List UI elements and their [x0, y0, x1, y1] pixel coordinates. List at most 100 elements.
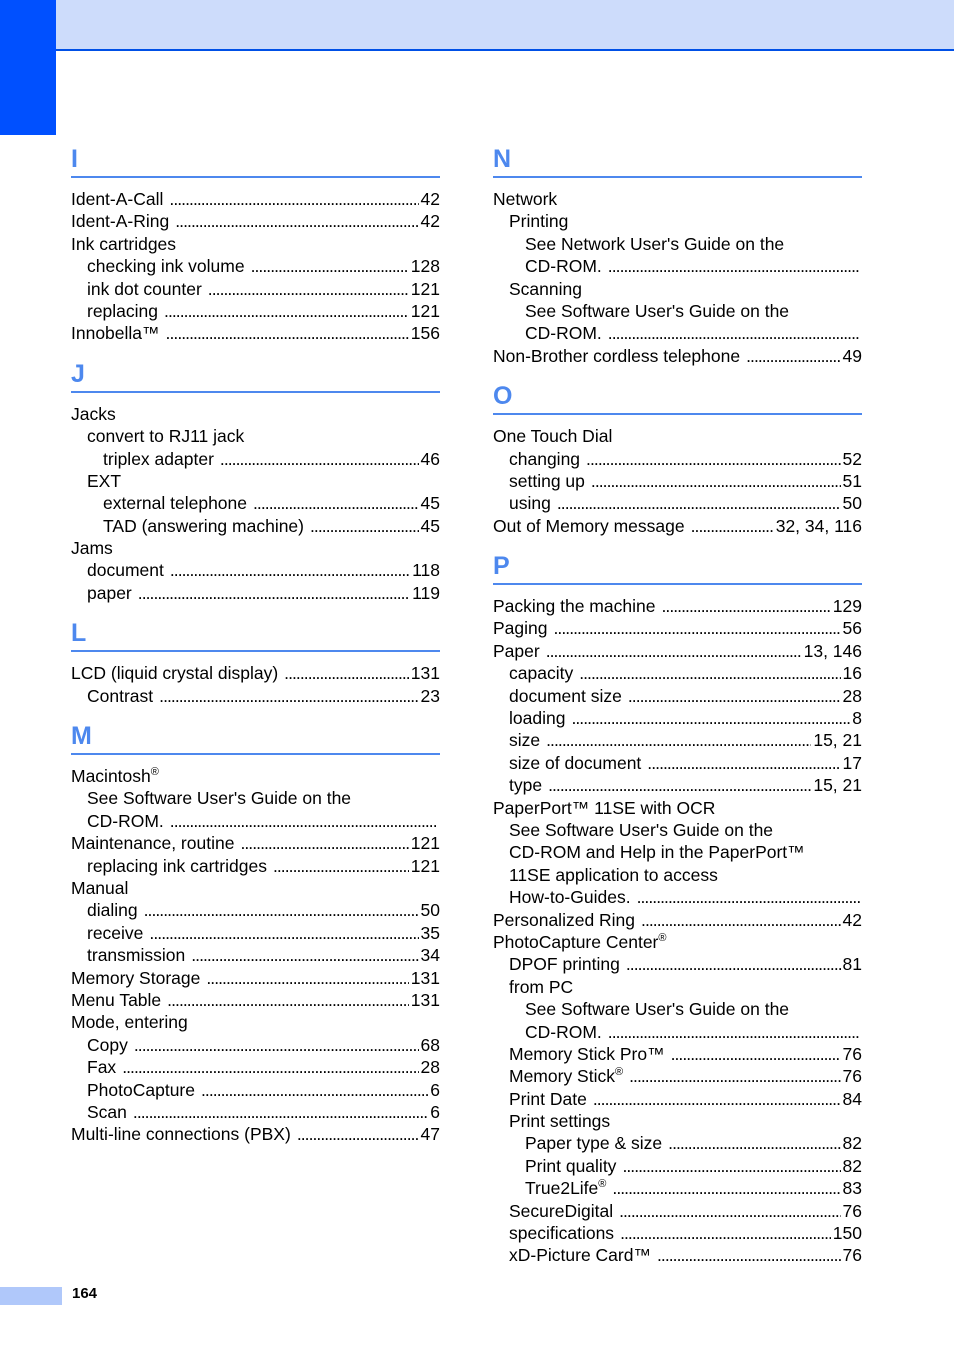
- dot-leader: [191, 944, 418, 966]
- entry-label-text: Personalized Ring: [493, 909, 636, 930]
- page-reference: 131: [410, 989, 440, 1010]
- dot-leader: [668, 1132, 840, 1154]
- dot-leader: [167, 989, 409, 1011]
- entry-label: Scan: [87, 1101, 127, 1123]
- page-reference: 45: [420, 493, 440, 514]
- index-entry: triplex adapter 46: [71, 448, 440, 470]
- dot-leader: [591, 470, 841, 492]
- entry-label: Mode, entering: [71, 1011, 188, 1033]
- dot-leader: [647, 752, 840, 774]
- entry-label: Memory Storage: [71, 967, 200, 989]
- page-reference: 42: [420, 211, 440, 232]
- dot-leader: [554, 617, 841, 639]
- index-entry: Innobella™ 156: [71, 322, 440, 344]
- entry-label: See Software User's Guide on the: [87, 787, 351, 809]
- entry-label-text: PaperPort™ 11SE with OCR: [493, 797, 716, 818]
- dot-leader: [548, 774, 811, 796]
- dot-leader: [149, 922, 418, 944]
- registered-mark: ®: [150, 766, 159, 779]
- entry-label: CD-ROM.: [525, 1021, 602, 1043]
- dot-leader: [175, 210, 418, 232]
- index-entry: size of document 17: [493, 752, 862, 774]
- registered-mark: ®: [598, 1178, 607, 1191]
- page-reference: 84: [842, 1088, 862, 1109]
- dot-leader: [253, 492, 419, 514]
- index-entry: specifications 150: [493, 1222, 862, 1244]
- dot-leader: [201, 1079, 428, 1101]
- entry-label-text: dialing: [87, 900, 138, 921]
- index-entry: document 118: [71, 559, 440, 581]
- entry-label: Maintenance, routine: [71, 832, 234, 854]
- index-entry: See Software User's Guide on the: [493, 998, 862, 1020]
- entry-label: type: [509, 774, 542, 796]
- entry-label-text: Packing the machine: [493, 596, 656, 617]
- page-reference: 76: [842, 1200, 862, 1221]
- entry-label-text: True2Life: [525, 1178, 599, 1199]
- index-entry: size 15, 21: [493, 729, 862, 751]
- entry-label: LCD (liquid crystal display): [71, 662, 278, 684]
- entry-label: document size: [509, 685, 622, 707]
- index-section-m: M Macintosh® See Software User's Guide on …: [71, 717, 440, 1154]
- entry-label-text: loading: [509, 708, 566, 729]
- entry-label: ink dot counter: [87, 278, 202, 300]
- index-entry: CD-ROM.: [493, 322, 862, 344]
- dot-leader: [206, 967, 408, 989]
- entry-label-text: CD-ROM.: [525, 256, 602, 277]
- dot-leader: [208, 278, 409, 300]
- dot-leader: [608, 322, 860, 344]
- index-entry: See Software User's Guide on the: [71, 787, 440, 809]
- entry-label-text: size of document: [509, 752, 642, 773]
- page-reference: 150: [832, 1223, 862, 1244]
- entry-label-text: Memory Stick Pro™: [509, 1043, 665, 1064]
- page-reference: 16: [842, 663, 862, 684]
- index-entry: convert to RJ11 jack: [71, 425, 440, 447]
- index-section-n: N Network Printing See Network User's Guide…: [493, 140, 862, 375]
- entry-label-text: triplex adapter: [103, 448, 214, 469]
- index-entry: xD-Picture Card™ 76: [493, 1244, 862, 1266]
- page-reference: 131: [410, 967, 440, 988]
- dot-leader: [169, 188, 418, 210]
- index-entry: How-to-Guides.: [493, 886, 862, 908]
- entry-label: Out of Memory message: [493, 515, 685, 537]
- page-reference: 76: [842, 1066, 862, 1087]
- entry-label: Jams: [71, 537, 113, 559]
- page-reference: 121: [410, 278, 440, 299]
- section-divider: [71, 650, 440, 653]
- entry-label-text: See Software User's Guide on the: [509, 819, 774, 840]
- entry-label-text: transmission: [87, 945, 186, 966]
- index-entry: document size 28: [493, 685, 862, 707]
- entry-label-text: Print Date: [509, 1088, 587, 1109]
- entry-label: DPOF printing: [509, 953, 620, 975]
- registered-mark: ®: [658, 931, 667, 944]
- entry-label-text: Scan: [87, 1101, 127, 1122]
- entry-label: CD-ROM.: [525, 255, 602, 277]
- dot-leader: [251, 255, 409, 277]
- index-entry: Packing the machine 129: [493, 595, 862, 617]
- dot-leader: [657, 1244, 841, 1266]
- dot-leader: [608, 1021, 860, 1043]
- dot-leader: [628, 685, 841, 707]
- entry-label: Contrast: [87, 685, 153, 707]
- page-reference: 6: [430, 1079, 440, 1100]
- index-entry: Ident-A-Call 42: [71, 188, 440, 210]
- index-section-o: OOne Touch Dialchanging52setting up51usi…: [493, 377, 862, 545]
- index-entry: Jams: [71, 537, 440, 559]
- entry-label-text: Jams: [71, 538, 113, 559]
- entry-label: One Touch Dial: [493, 425, 612, 447]
- dot-leader: [166, 322, 409, 344]
- entry-label: changing: [509, 448, 580, 470]
- entry-label: PhotoCapture Center®: [493, 931, 667, 953]
- entry-label-text: Printing: [509, 211, 569, 232]
- section-divider: [71, 390, 440, 393]
- dot-leader: [138, 582, 410, 604]
- entry-label: checking ink volume: [87, 255, 245, 277]
- page-reference: 35: [420, 922, 440, 943]
- index-entry: Ink cartridges: [71, 233, 440, 255]
- page-reference: 6: [430, 1101, 440, 1122]
- entry-label-text: receive: [87, 922, 144, 943]
- index-entry: CD-ROM.: [493, 255, 862, 277]
- entry-label: Menu Table: [71, 989, 161, 1011]
- page-reference: 32, 34, 116: [775, 515, 862, 536]
- entry-label: triplex adapter: [103, 448, 214, 470]
- section-divider: [71, 753, 440, 756]
